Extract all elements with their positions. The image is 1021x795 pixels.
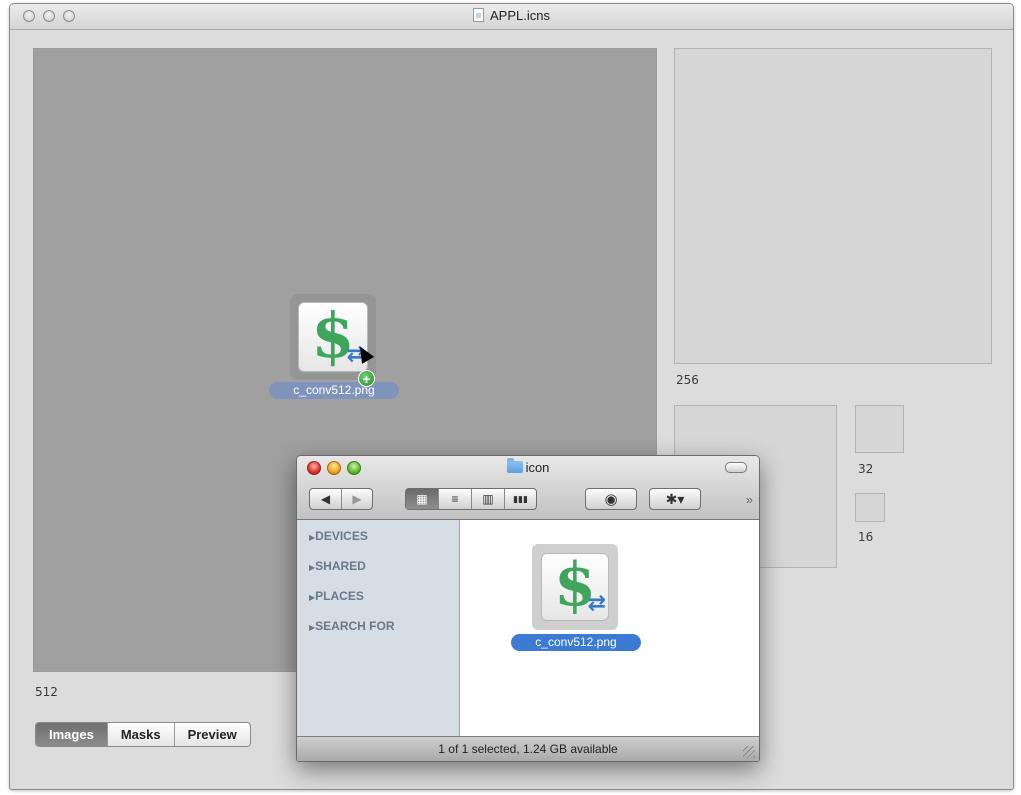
view-tabs: Images Masks Preview [35,722,251,747]
dragged-file-icon[interactable]: $ ⇄ [290,294,376,380]
back-button[interactable]: ◀ [310,489,342,509]
forward-icon: ▶ [352,492,362,506]
gear-icon: ✱▾ [665,490,685,507]
label-32: 32 [858,462,874,476]
dollar-icon: $ ⇄ [541,553,609,621]
convert-arrows-icon: ⇄ [587,591,606,616]
label-512: 512 [35,685,58,699]
sidebar-section-shared[interactable]: ▶SHARED [309,559,366,573]
copy-plus-icon: + [358,370,375,387]
file-item-icon[interactable]: $ ⇄ [532,544,618,630]
tab-images[interactable]: Images [36,723,108,746]
well-256[interactable] [674,48,992,364]
tab-preview[interactable]: Preview [175,723,250,746]
finder-status-bar: 1 of 1 selected, 1.24 GB available [297,736,759,761]
label-256: 256 [676,373,699,387]
list-view-icon: ≡ [451,492,459,506]
finder-title: icon [297,458,759,475]
forward-button[interactable]: ▶ [342,489,372,509]
view-list-button[interactable]: ≡ [439,489,472,509]
status-text: 1 of 1 selected, 1.24 GB available [438,742,618,756]
tab-masks[interactable]: Masks [108,723,175,746]
icon-view-icon: ▦ [416,492,428,506]
quicklook-button[interactable]: ◉ [585,488,637,510]
finder-title-text: icon [525,460,550,475]
view-coverflow-button[interactable]: ▮▮▮ [505,489,536,509]
eye-icon: ◉ [604,491,618,508]
view-column-button[interactable]: ▥ [472,489,505,509]
column-view-icon: ▥ [482,492,494,506]
back-icon: ◀ [320,492,331,506]
window-title: APPL.icns [10,8,1013,23]
dollar-icon: $ ⇄ [298,302,368,372]
window-title-text: APPL.icns [490,8,550,23]
sidebar-section-places[interactable]: ▶PLACES [309,589,364,603]
well-16[interactable] [855,493,885,522]
dragged-file-label: c_conv512.png [269,382,399,399]
well-32[interactable] [855,405,904,453]
sidebar-section-devices[interactable]: ▶DEVICES [309,529,368,543]
sidebar-section-search-for[interactable]: ▶SEARCH FOR [309,619,395,633]
coverflow-view-icon: ▮▮▮ [513,493,528,504]
window-titlebar[interactable]: APPL.icns [10,4,1013,30]
finder-sidebar: ▶DEVICES ▶SHARED ▶PLACES ▶SEARCH FOR [297,520,460,737]
finder-toolbar[interactable]: icon ◀ ▶ ▦ ≡ ▥ ▮▮▮ ◉ ✱▾ » [297,456,759,520]
action-menu-button[interactable]: ✱▾ [649,488,701,510]
label-16: 16 [858,530,874,544]
toolbar-overflow-icon[interactable]: » [746,492,753,507]
nav-buttons: ◀ ▶ [309,488,373,510]
resize-grip-icon[interactable] [743,746,755,758]
folder-icon [506,458,523,473]
document-icon [473,8,484,22]
finder-file-area[interactable]: $ ⇄ c_conv512.png [460,520,759,737]
finder-window: icon ◀ ▶ ▦ ≡ ▥ ▮▮▮ ◉ ✱▾ » ▶DEVICES ▶SHAR… [296,455,760,762]
toolbar-toggle-button[interactable] [725,462,747,473]
view-icon-button[interactable]: ▦ [406,489,439,509]
view-mode-control: ▦ ≡ ▥ ▮▮▮ [405,488,537,510]
file-item-label[interactable]: c_conv512.png [511,634,641,651]
